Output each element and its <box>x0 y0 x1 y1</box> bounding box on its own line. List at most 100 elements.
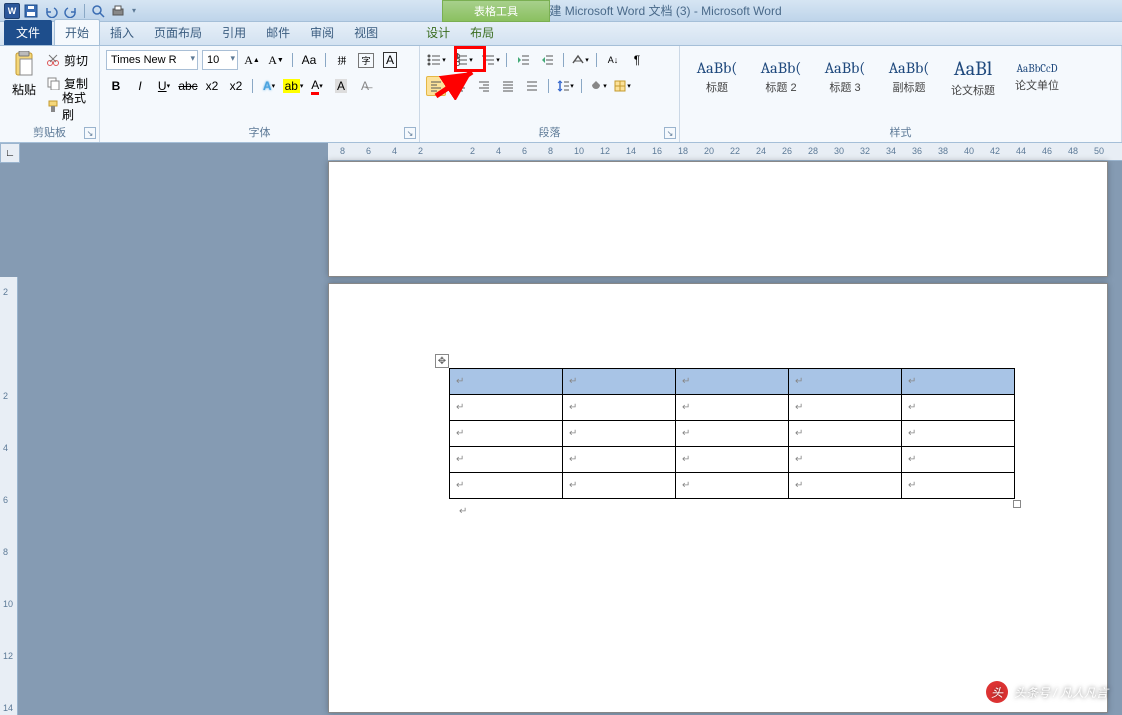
style-card-4[interactable]: AaBl论文标题 <box>942 49 1004 105</box>
table-cell[interactable]: ↵ <box>563 369 676 395</box>
tab-page-layout[interactable]: 页面布局 <box>144 20 212 45</box>
font-name-combo[interactable]: Times New R <box>106 50 198 70</box>
vertical-ruler[interactable]: 22468101214 <box>0 277 18 715</box>
text-effects-icon[interactable]: A▾ <box>259 76 279 96</box>
table-cell[interactable]: ↵ <box>450 473 563 499</box>
table-cell[interactable]: ↵ <box>450 369 563 395</box>
page[interactable]: ✥ ↵↵↵↵↵↵↵↵↵↵↵↵↵↵↵↵↵↵↵↵↵↵↵↵↵ ↵ <box>328 283 1108 713</box>
align-justify-icon[interactable] <box>498 76 518 96</box>
grow-font-icon[interactable]: A▲ <box>242 50 262 70</box>
tab-selector-icon[interactable]: ∟ <box>0 143 20 163</box>
change-case-icon[interactable]: Aa <box>299 50 319 70</box>
style-card-3[interactable]: AaBb(副标题 <box>878 49 940 105</box>
table-cell[interactable]: ↵ <box>789 421 902 447</box>
style-card-1[interactable]: AaBb(标题 2 <box>750 49 812 105</box>
table-cell[interactable]: ↵ <box>563 447 676 473</box>
strikethrough-icon[interactable]: abc <box>178 76 198 96</box>
paragraph-dialog-launcher-icon[interactable]: ↘ <box>664 127 676 139</box>
table-cell[interactable]: ↵ <box>563 473 676 499</box>
underline-icon[interactable]: U▾ <box>154 76 174 96</box>
tab-file[interactable]: 文件 <box>4 20 52 45</box>
table-cell[interactable]: ↵ <box>450 395 563 421</box>
shading-icon[interactable]: ▾ <box>588 76 608 96</box>
document-table[interactable]: ↵↵↵↵↵↵↵↵↵↵↵↵↵↵↵↵↵↵↵↵↵↵↵↵↵ <box>449 368 1015 499</box>
table-cell[interactable]: ↵ <box>902 447 1015 473</box>
tab-review[interactable]: 审阅 <box>300 20 344 45</box>
group-clipboard: 粘贴 剪切 复制 格式刷 剪贴板 ↘ <box>0 46 100 142</box>
italic-icon[interactable]: I <box>130 76 150 96</box>
table-move-handle-icon[interactable]: ✥ <box>435 354 449 368</box>
table-cell[interactable]: ↵ <box>902 369 1015 395</box>
horizontal-ruler[interactable]: 8642246810121416182022242628303234363840… <box>328 143 1122 161</box>
redo-icon[interactable] <box>62 2 80 20</box>
line-spacing-icon[interactable]: ▾ <box>555 76 575 96</box>
print-preview-icon[interactable] <box>109 2 127 20</box>
increase-indent-icon[interactable] <box>537 50 557 70</box>
char-shading-icon[interactable]: A <box>331 76 351 96</box>
table-cell[interactable]: ↵ <box>676 369 789 395</box>
cut-button[interactable]: 剪切 <box>46 49 93 71</box>
table-cell[interactable]: ↵ <box>676 421 789 447</box>
table-cell[interactable]: ↵ <box>902 473 1015 499</box>
table-row[interactable]: ↵↵↵↵↵ <box>450 369 1015 395</box>
clear-formatting-icon[interactable]: A̶ <box>355 76 375 96</box>
table-cell[interactable]: ↵ <box>450 447 563 473</box>
paste-button[interactable]: 粘贴 <box>6 49 42 117</box>
table-row[interactable]: ↵↵↵↵↵ <box>450 421 1015 447</box>
font-dialog-launcher-icon[interactable]: ↘ <box>404 127 416 139</box>
bold-icon[interactable]: B <box>106 76 126 96</box>
enclose-char-icon[interactable]: 字 <box>356 50 376 70</box>
align-distribute-icon[interactable] <box>522 76 542 96</box>
multilevel-list-icon[interactable]: ▾ <box>480 50 500 70</box>
zoom-icon[interactable] <box>89 2 107 20</box>
font-size-combo[interactable]: 10 <box>202 50 238 70</box>
tab-table-design[interactable]: 设计 <box>416 20 460 45</box>
asian-layout-icon[interactable]: ▾ <box>570 50 590 70</box>
tab-table-layout[interactable]: 布局 <box>460 20 504 45</box>
tab-mailings[interactable]: 邮件 <box>256 20 300 45</box>
format-painter-button[interactable]: 格式刷 <box>46 95 93 117</box>
group-font: Times New R 10 A▲ A▼ Aa 拼 字 A B I U▾ abc… <box>100 46 420 142</box>
tab-home[interactable]: 开始 <box>54 19 100 45</box>
style-card-5[interactable]: AaBbCcD论文单位 <box>1006 49 1068 105</box>
table-row[interactable]: ↵↵↵↵↵ <box>450 447 1015 473</box>
font-color-icon[interactable]: A▾ <box>307 76 327 96</box>
undo-icon[interactable] <box>42 2 60 20</box>
decrease-indent-icon[interactable] <box>513 50 533 70</box>
superscript-icon[interactable]: x2 <box>226 76 246 96</box>
table-cell[interactable]: ↵ <box>789 447 902 473</box>
table-cell[interactable]: ↵ <box>450 421 563 447</box>
paragraph-mark-icon: ↵ <box>459 506 467 517</box>
qat-customize-icon[interactable]: ▾ <box>129 2 139 20</box>
tab-references[interactable]: 引用 <box>212 20 256 45</box>
clipboard-dialog-launcher-icon[interactable]: ↘ <box>84 127 96 139</box>
highlight-icon[interactable]: ab▾ <box>283 76 303 96</box>
table-cell[interactable]: ↵ <box>902 395 1015 421</box>
table-cell[interactable]: ↵ <box>563 421 676 447</box>
char-border-icon[interactable]: A <box>380 50 400 70</box>
table-cell[interactable]: ↵ <box>789 369 902 395</box>
table-row[interactable]: ↵↵↵↵↵ <box>450 473 1015 499</box>
tab-insert[interactable]: 插入 <box>100 20 144 45</box>
table-resize-handle-icon[interactable] <box>1013 500 1021 508</box>
table-cell[interactable]: ↵ <box>676 447 789 473</box>
style-card-0[interactable]: AaBb(标题 <box>686 49 748 105</box>
borders-icon[interactable]: ▾ <box>612 76 632 96</box>
phonetic-guide-icon[interactable]: 拼 <box>332 50 352 70</box>
group-paragraph-label: 段落 <box>426 123 673 141</box>
sort-icon[interactable]: A↓ <box>603 50 623 70</box>
table-cell[interactable]: ↵ <box>676 473 789 499</box>
table-cell[interactable]: ↵ <box>676 395 789 421</box>
subscript-icon[interactable]: x2 <box>202 76 222 96</box>
tab-view[interactable]: 视图 <box>344 20 388 45</box>
style-card-2[interactable]: AaBb(标题 3 <box>814 49 876 105</box>
shrink-font-icon[interactable]: A▼ <box>266 50 286 70</box>
table-cell[interactable]: ↵ <box>789 395 902 421</box>
save-icon[interactable] <box>22 2 40 20</box>
show-marks-icon[interactable]: ¶ <box>627 50 647 70</box>
table-cell[interactable]: ↵ <box>789 473 902 499</box>
separator <box>84 4 85 18</box>
table-row[interactable]: ↵↵↵↵↵ <box>450 395 1015 421</box>
table-cell[interactable]: ↵ <box>902 421 1015 447</box>
table-cell[interactable]: ↵ <box>563 395 676 421</box>
